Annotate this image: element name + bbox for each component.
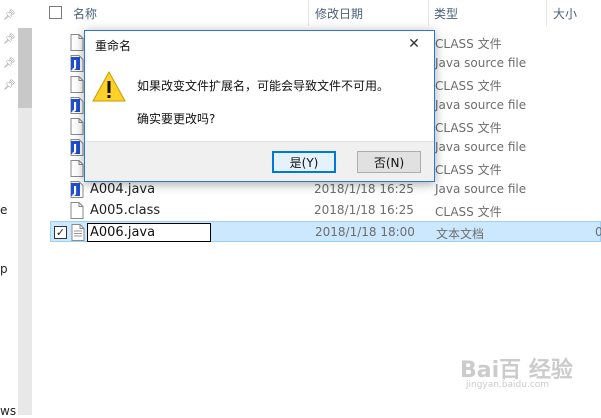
nav-item-fragment[interactable]: ws xyxy=(0,404,16,418)
close-icon[interactable]: ✕ xyxy=(400,31,428,57)
file-row[interactable]: J A004.java 2018/1/18 16:25 Java source fil… xyxy=(50,179,601,200)
class-file-icon xyxy=(70,76,84,93)
rename-dialog: 重命名 ✕ 如果改变文件扩展名，可能会导致文件不可用。 确实要更改吗? 是(Y)… xyxy=(84,30,435,182)
file-type: Java source file xyxy=(435,182,527,196)
dialog-message: 如果改变文件扩展名，可能会导致文件不可用。 xyxy=(137,79,390,93)
nav-scrollbar-thumb[interactable] xyxy=(18,28,32,108)
file-name[interactable]: A004.java xyxy=(90,182,155,197)
column-divider[interactable] xyxy=(546,0,547,26)
column-divider[interactable] xyxy=(308,0,309,26)
nav-item-fragment[interactable]: e xyxy=(0,203,7,217)
file-date: 2018/1/18 16:25 xyxy=(314,203,414,217)
watermark-url: jingyan.baidu.com xyxy=(466,380,550,390)
column-date[interactable]: 修改日期 xyxy=(315,5,363,22)
yes-button[interactable]: 是(Y) xyxy=(272,151,336,173)
rename-input[interactable]: A006.java xyxy=(87,223,211,242)
file-type: CLASS 文件 xyxy=(435,163,502,177)
class-file-icon xyxy=(70,160,84,177)
column-size[interactable]: 大小 xyxy=(553,5,577,22)
file-date: 2018/1/18 18:00 xyxy=(315,225,415,239)
dialog-button-bar: 是(Y) 否(N) xyxy=(85,141,434,181)
column-name[interactable]: 名称 xyxy=(73,5,97,22)
nav-item-fragment[interactable]: p xyxy=(0,262,8,276)
file-row[interactable]: A005.class 2018/1/18 16:25 CLASS 文件 xyxy=(50,200,601,221)
sort-caret-icon: ⌃ xyxy=(174,0,183,7)
svg-text:J: J xyxy=(72,58,77,71)
warning-icon xyxy=(92,70,126,102)
no-button[interactable]: 否(N) xyxy=(357,151,421,173)
pin-icon[interactable]: 📌︎ xyxy=(3,34,16,45)
file-type: Java source file xyxy=(435,56,527,70)
file-type: CLASS 文件 xyxy=(435,121,502,135)
pin-icon[interactable]: 📌︎ xyxy=(3,10,16,21)
dialog-title: 重命名 xyxy=(95,39,132,53)
file-date: 2018/1/18 16:25 xyxy=(314,182,414,196)
text-file-icon xyxy=(71,224,85,241)
pin-icon[interactable]: 📌︎ xyxy=(3,80,16,91)
file-name[interactable]: A005.class xyxy=(90,203,160,218)
file-type: Java source file xyxy=(435,140,527,154)
svg-text:J: J xyxy=(72,184,77,197)
svg-text:J: J xyxy=(72,100,77,113)
svg-text:J: J xyxy=(72,142,77,155)
class-file-icon xyxy=(70,202,84,219)
select-all-checkbox[interactable] xyxy=(49,6,62,19)
file-type: CLASS 文件 xyxy=(435,37,502,51)
column-type[interactable]: 类型 xyxy=(434,5,458,22)
file-type: CLASS 文件 xyxy=(435,205,502,219)
java-file-icon: J xyxy=(70,139,84,156)
java-file-icon: J xyxy=(70,181,84,198)
class-file-icon xyxy=(70,118,84,135)
java-file-icon: J xyxy=(70,97,84,114)
dialog-question: 确实要更改吗? xyxy=(137,112,216,126)
column-divider[interactable] xyxy=(428,0,429,26)
file-type: CLASS 文件 xyxy=(435,79,502,93)
row-checkbox[interactable]: ✓ xyxy=(54,226,67,239)
pin-icon[interactable]: 📌︎ xyxy=(3,58,16,69)
file-type: Java source file xyxy=(435,98,527,112)
class-file-icon xyxy=(70,34,84,51)
file-row-selected[interactable]: ✓ A006.java 2018/1/18 18:00 文本文档 0 xyxy=(50,221,601,242)
java-file-icon: J xyxy=(70,55,84,72)
file-type: 文本文档 xyxy=(436,227,485,241)
file-size: 0 xyxy=(595,225,601,239)
